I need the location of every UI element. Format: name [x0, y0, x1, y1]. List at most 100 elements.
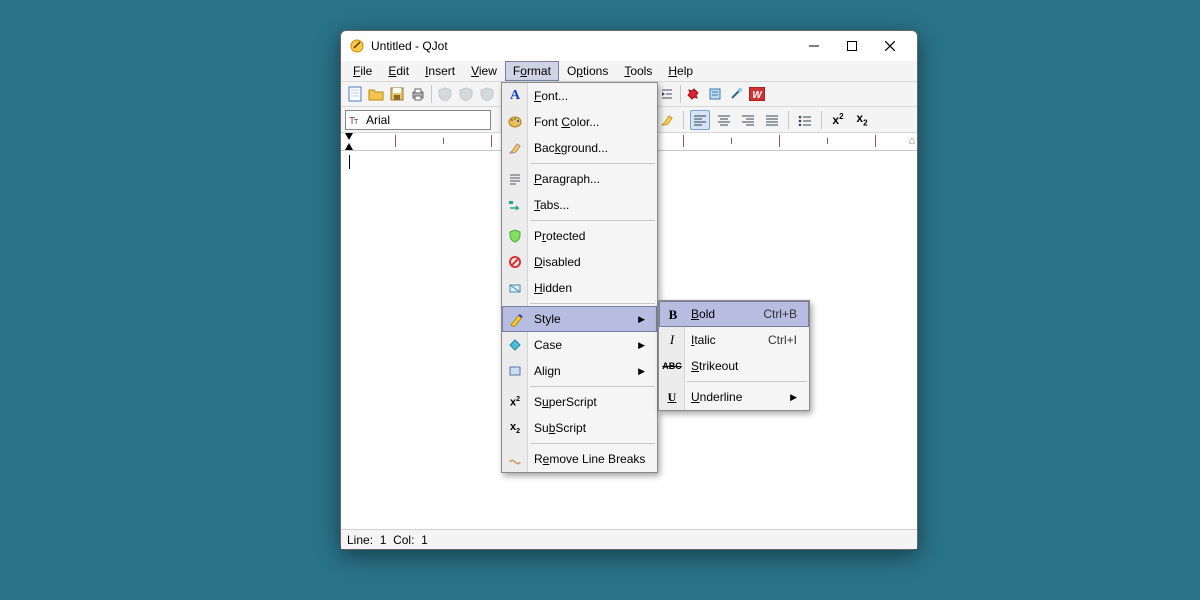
pin-icon[interactable] — [684, 84, 704, 104]
bullet-list-icon[interactable] — [795, 110, 815, 130]
menu-item-case[interactable]: Case ▶ — [502, 332, 657, 358]
menu-edit[interactable]: Edit — [380, 61, 417, 81]
menu-item-bold[interactable]: B Bold Ctrl+B — [659, 301, 809, 327]
menu-item-remove-line-breaks[interactable]: Remove Line Breaks — [502, 446, 657, 472]
align-right-icon[interactable] — [738, 110, 758, 130]
underline-icon: U — [663, 388, 681, 406]
menu-item-tabs[interactable]: Tabs... — [502, 192, 657, 218]
window-minimize-button[interactable] — [795, 32, 833, 60]
ruler-end-icon: ⌂ — [908, 135, 915, 147]
indent-marker-top-icon[interactable] — [345, 133, 353, 140]
menu-item-style[interactable]: Style ▶ — [502, 306, 657, 332]
shortcut-text: Ctrl+B — [763, 307, 797, 321]
menu-format[interactable]: Format — [505, 61, 559, 81]
disabled-icon — [506, 253, 524, 271]
font-selector-icon: TT — [349, 114, 363, 126]
menu-item-subscript[interactable]: x2 SubScript — [502, 415, 657, 441]
align-icon — [506, 362, 524, 380]
submenu-arrow-icon: ▶ — [790, 392, 797, 403]
protected-icon — [506, 227, 524, 245]
submenu-arrow-icon: ▶ — [638, 366, 645, 377]
align-left-icon[interactable] — [690, 110, 710, 130]
style-submenu: B Bold Ctrl+B I Italic Ctrl+I ABC Strike… — [658, 300, 810, 411]
italic-icon: I — [663, 331, 681, 349]
svg-text:T: T — [354, 119, 359, 126]
new-file-icon[interactable] — [345, 84, 365, 104]
status-cursor-position: Line: 1 Col: 1 — [347, 533, 467, 547]
style-icon — [507, 311, 525, 329]
print-icon[interactable] — [408, 84, 428, 104]
highlight-tool-icon[interactable] — [657, 110, 677, 130]
statusbar: Line: 1 Col: 1 — [341, 529, 917, 549]
menu-separator — [530, 163, 655, 164]
shield3-icon[interactable] — [477, 84, 497, 104]
notes-icon[interactable] — [705, 84, 725, 104]
bold-icon: B — [664, 306, 682, 324]
w-icon[interactable]: W — [747, 84, 767, 104]
toolbar-separator — [821, 111, 822, 129]
menu-item-font-color[interactable]: Font Color... — [502, 109, 657, 135]
shortcut-text: Ctrl+I — [768, 333, 797, 347]
menu-separator — [530, 220, 655, 221]
menu-separator — [530, 303, 655, 304]
menu-item-strikeout[interactable]: ABC Strikeout — [659, 353, 809, 379]
align-center-icon[interactable] — [714, 110, 734, 130]
window-title: Untitled - QJot — [371, 39, 448, 53]
superscript-menu-icon: x2 — [506, 393, 524, 411]
font-name-value: Arial — [366, 113, 390, 127]
menu-separator — [687, 381, 807, 382]
toolbar-separator — [431, 85, 432, 103]
align-justify-icon[interactable] — [762, 110, 782, 130]
menu-help[interactable]: Help — [660, 61, 701, 81]
menu-item-superscript[interactable]: x2 SuperScript — [502, 389, 657, 415]
menu-file[interactable]: File — [345, 61, 380, 81]
app-icon — [349, 38, 365, 54]
paragraph-icon — [506, 170, 524, 188]
titlebar: Untitled - QJot — [341, 31, 917, 61]
text-caret — [349, 155, 350, 169]
menu-item-paragraph[interactable]: Paragraph... — [502, 166, 657, 192]
font-selector[interactable]: TT Arial — [345, 110, 491, 130]
menu-item-italic[interactable]: I Italic Ctrl+I — [659, 327, 809, 353]
strikeout-icon: ABC — [663, 357, 681, 375]
rope-icon — [506, 450, 524, 468]
toolbar-separator — [683, 111, 684, 129]
menu-insert[interactable]: Insert — [417, 61, 463, 81]
wand-icon[interactable] — [726, 84, 746, 104]
menu-item-disabled[interactable]: Disabled — [502, 249, 657, 275]
format-dropdown: A Font... Font Color... Background... Pa… — [501, 82, 658, 473]
menu-item-font[interactable]: A Font... — [502, 83, 657, 109]
indent-icon[interactable] — [657, 84, 677, 104]
window-maximize-button[interactable] — [833, 32, 871, 60]
svg-text:W: W — [752, 90, 763, 101]
superscript-icon[interactable]: x2 — [828, 110, 848, 130]
shield1-icon[interactable] — [435, 84, 455, 104]
open-file-icon[interactable] — [366, 84, 386, 104]
menubar: File Edit Insert View Format Options Too… — [341, 61, 917, 81]
font-letter-icon: A — [506, 87, 524, 105]
tabs-icon — [506, 196, 524, 214]
submenu-arrow-icon: ▶ — [638, 314, 645, 325]
menu-item-underline[interactable]: U Underline ▶ — [659, 384, 809, 410]
toolbar-separator — [680, 85, 681, 103]
subscript-icon[interactable]: x2 — [852, 110, 872, 130]
brush-icon — [506, 139, 524, 157]
case-icon — [506, 336, 524, 354]
indent-marker-bottom-icon[interactable] — [345, 143, 353, 150]
menu-tools[interactable]: Tools — [616, 61, 660, 81]
save-icon[interactable] — [387, 84, 407, 104]
subscript-menu-icon: x2 — [506, 419, 524, 437]
menu-separator — [530, 386, 655, 387]
menu-item-protected[interactable]: Protected — [502, 223, 657, 249]
window-close-button[interactable] — [871, 32, 909, 60]
menu-options[interactable]: Options — [559, 61, 616, 81]
menu-item-align[interactable]: Align ▶ — [502, 358, 657, 384]
menu-view[interactable]: View — [463, 61, 505, 81]
hidden-icon — [506, 279, 524, 297]
palette-icon — [506, 113, 524, 131]
submenu-arrow-icon: ▶ — [638, 340, 645, 351]
toolbar-separator — [788, 111, 789, 129]
menu-item-hidden[interactable]: Hidden — [502, 275, 657, 301]
shield2-icon[interactable] — [456, 84, 476, 104]
menu-item-background[interactable]: Background... — [502, 135, 657, 161]
